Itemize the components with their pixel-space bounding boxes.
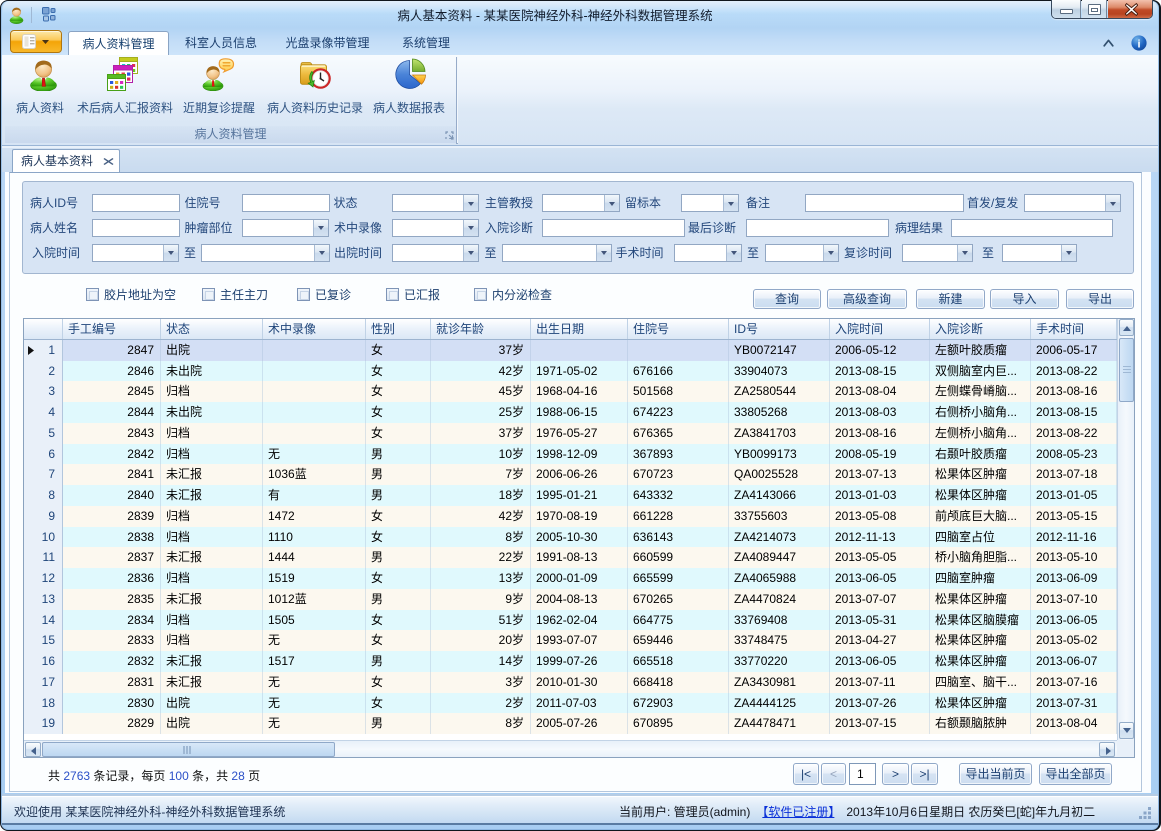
- svg-text:i: i: [1137, 38, 1140, 50]
